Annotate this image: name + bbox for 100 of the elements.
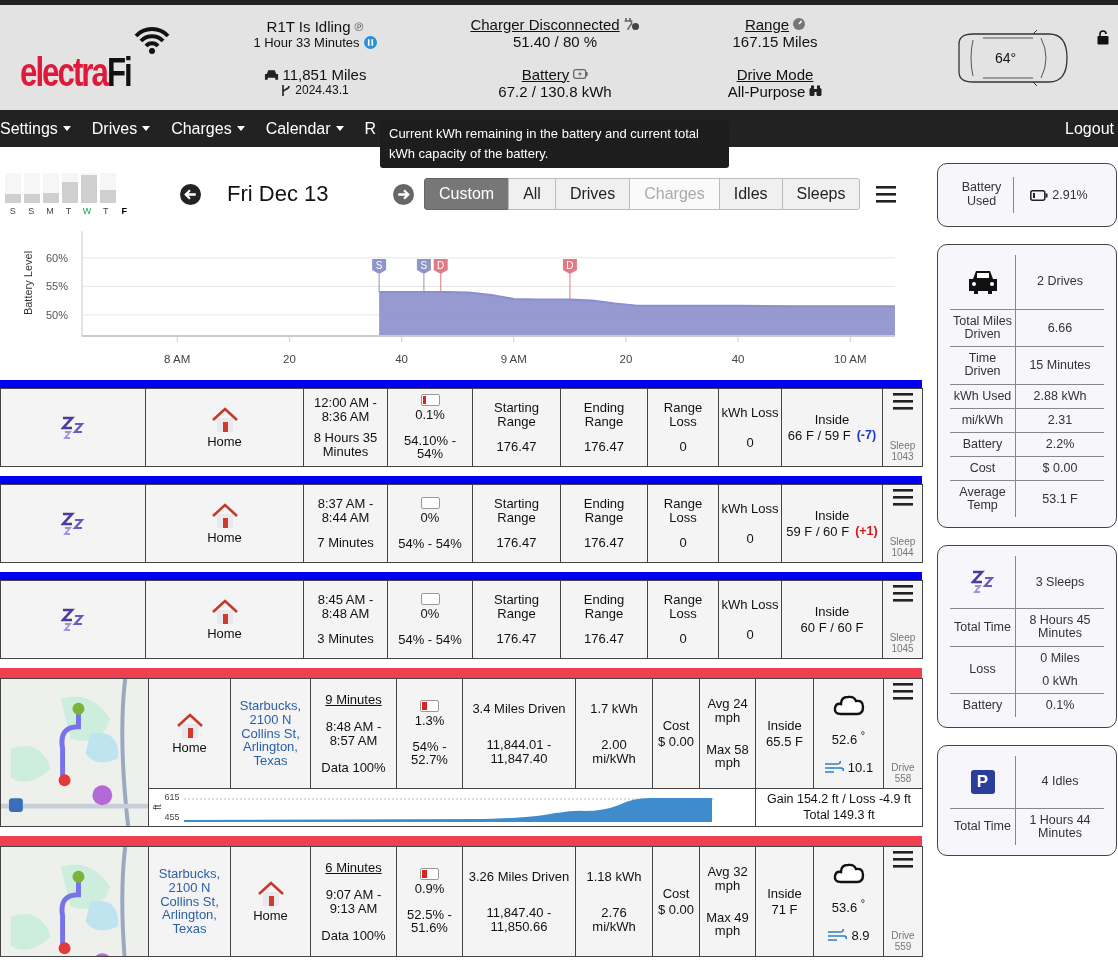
y-axis-title: Battery Level: [22, 250, 34, 316]
logout-link[interactable]: Logout: [1065, 119, 1114, 138]
drive-mode-link[interactable]: Drive Mode: [736, 65, 814, 83]
nav-menu[interactable]: Calendar: [265, 119, 344, 138]
card-label: Battery: [962, 437, 1003, 451]
binoculars-icon: [809, 85, 823, 97]
card-label: Battery: [962, 698, 1003, 712]
entry-id: Sleep 1044: [888, 537, 917, 558]
stat-value: 176.47: [584, 536, 624, 550]
sleep-icon: [61, 607, 85, 632]
x-tick-label: 20: [283, 353, 296, 365]
odometer-range: 11,847.40 - 11,850.66: [485, 906, 553, 934]
elevation-max: 615: [164, 792, 180, 802]
range-link[interactable]: Range: [744, 15, 790, 33]
nav-menu[interactable]: R: [364, 119, 377, 138]
data-quality: Data 100%: [321, 760, 386, 775]
battery-level-icon: [420, 394, 440, 407]
menu-icon[interactable]: [892, 489, 913, 506]
card-label: Loss: [969, 663, 996, 677]
unlocked-lock-icon[interactable]: [1097, 30, 1109, 45]
weekday-label[interactable]: S: [5, 205, 24, 216]
card-title: 2 Drives: [1037, 275, 1083, 289]
elevation-total: Total 149.3 ft: [803, 808, 875, 822]
annotation: D: [566, 260, 574, 271]
wind-icon: [823, 760, 844, 775]
y-tick-label: 55%: [45, 280, 68, 293]
place-label: Home: [172, 740, 207, 755]
annotation: S: [375, 260, 383, 271]
duration-link[interactable]: 6 Minutes: [325, 860, 382, 875]
efficiency: 2.00 mi/kWh: [591, 738, 637, 766]
odometer: 11,851 Miles: [282, 66, 367, 83]
card-label: mi/kWh: [961, 413, 1004, 427]
weekday-label[interactable]: T: [97, 205, 117, 216]
battery-used: 1.3%: [414, 714, 445, 728]
cabin-temperature: 64°: [995, 49, 1017, 66]
wind-speed: 10.1: [847, 760, 874, 775]
weekday-label[interactable]: T: [60, 205, 80, 216]
card-value: 53.1 F: [1042, 492, 1078, 506]
stat-value: 176.47: [584, 632, 624, 646]
distance: 3.4 Miles Driven: [472, 701, 566, 716]
nav-menu[interactable]: Settings: [0, 119, 71, 138]
menu-icon[interactable]: [893, 683, 913, 700]
menu-icon[interactable]: [876, 185, 897, 203]
next-day-icon[interactable]: [393, 183, 414, 205]
place-label: Home: [207, 530, 242, 545]
battery-used: 0%: [420, 510, 440, 525]
weekday-label[interactable]: F: [116, 205, 136, 216]
menu-icon[interactable]: [892, 585, 913, 602]
weekday-label[interactable]: S: [23, 205, 43, 216]
battery-icon: [1030, 189, 1049, 201]
caret-icon: [335, 126, 344, 131]
charger-link[interactable]: Charger Disconnected: [470, 15, 620, 33]
annotation: S: [420, 260, 428, 271]
filter-tab[interactable]: Custom: [424, 178, 510, 210]
nav-menu[interactable]: Drives: [91, 119, 151, 138]
nav-menu[interactable]: Charges: [171, 119, 245, 138]
average-speed: Avg 32 mph: [706, 865, 749, 893]
annotation: D: [437, 260, 445, 271]
previous-day-icon[interactable]: [180, 183, 201, 205]
card-value: 15 Minutes: [1029, 358, 1091, 372]
card-label: Total Time: [954, 820, 1011, 834]
outside-temperature: 52.6 $^{°}$: [831, 730, 866, 747]
x-tick-label: 40: [731, 353, 745, 365]
entry-id: Sleep 1045: [888, 633, 917, 654]
duration: 8 Hours 35 Minutes: [312, 431, 379, 459]
range-value: 167.15 Miles: [732, 32, 818, 50]
card-value: 8 Hours 45 Minutes: [1029, 614, 1091, 641]
elevation-unit: ft: [152, 804, 164, 811]
entry-id: Drive 558: [890, 763, 916, 784]
energy-used: 1.7 kWh: [590, 701, 638, 716]
x-tick-label: 20: [619, 353, 633, 365]
stat-value: 176.47: [496, 440, 537, 454]
filter-tab[interactable]: All: [508, 178, 556, 210]
weekday-label[interactable]: M: [42, 205, 61, 216]
stat-label: Ending Range: [582, 593, 626, 621]
branch-icon: [281, 83, 292, 97]
efficiency: 2.76 mi/kWh: [591, 906, 637, 934]
max-speed: Max 49 mph: [705, 910, 750, 938]
battery-used: 0%: [420, 606, 440, 621]
duration-link[interactable]: 9 Minutes: [325, 692, 382, 707]
battery-link[interactable]: Battery: [521, 65, 570, 83]
x-tick-label: 10 AM: [833, 353, 867, 365]
wind-speed: 8.9: [851, 928, 870, 943]
stat-label: Range Loss: [662, 593, 704, 621]
filter-tab[interactable]: Drives: [554, 178, 631, 210]
menu-icon[interactable]: [893, 851, 913, 868]
filter-tab[interactable]: Sleeps: [781, 178, 861, 210]
inside-label: Inside: [814, 508, 850, 523]
wind-icon: [827, 928, 848, 943]
drive-mode-value: All-Purpose: [727, 82, 806, 100]
battery-range: 54.10% - 54%: [402, 433, 457, 461]
stat-value: 0: [679, 632, 687, 646]
y-tick-label: 50%: [45, 308, 68, 321]
menu-icon[interactable]: [892, 393, 913, 410]
card-title: 3 Sleeps: [1035, 575, 1085, 589]
distance: 3.26 Miles Driven: [468, 869, 570, 884]
filter-tab[interactable]: Idles: [718, 178, 783, 210]
logo[interactable]: electraFi: [20, 49, 131, 95]
card-label: Total Miles Driven: [952, 315, 1013, 342]
weekday-label[interactable]: W: [79, 205, 98, 216]
